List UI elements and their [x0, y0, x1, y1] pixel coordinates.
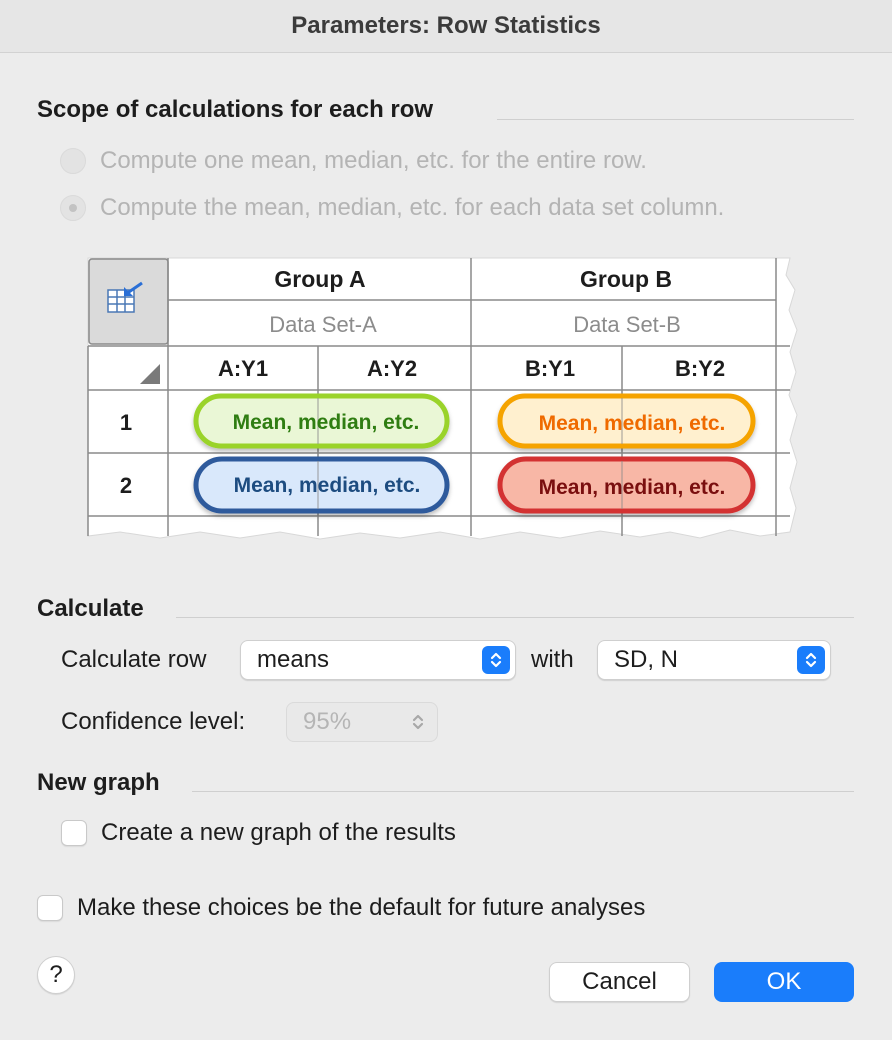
confidence-value: 95% [303, 708, 352, 735]
column-header: A:Y2 [367, 356, 417, 381]
new-graph-checkbox-label: Create a new graph of the results [101, 819, 456, 846]
pill-orange-text: Mean, median, etc. [539, 412, 726, 435]
updown-chevron-icon [482, 646, 510, 674]
new-graph-divider [192, 791, 854, 792]
calculate-heading: Calculate [37, 595, 144, 622]
default-checkbox[interactable] [37, 895, 63, 921]
row-number: 2 [120, 473, 132, 498]
column-header: A:Y1 [218, 356, 268, 381]
new-graph-checkbox-row[interactable]: Create a new graph of the results [61, 819, 456, 847]
new-graph-heading: New graph [37, 769, 160, 796]
updown-chevron-icon [404, 708, 432, 736]
row-number: 1 [120, 410, 132, 435]
calculate-divider [176, 617, 854, 618]
pill-blue-text: Mean, median, etc. [234, 474, 421, 497]
column-header: B:Y2 [675, 356, 725, 381]
new-graph-checkbox[interactable] [61, 820, 87, 846]
pill-green-text: Mean, median, etc. [233, 411, 420, 434]
calculate-row-select[interactable]: means [240, 640, 516, 680]
cancel-button[interactable]: Cancel [549, 962, 690, 1002]
calculate-row-label: Calculate row [61, 646, 207, 673]
group-b-label: Group B [580, 266, 672, 292]
default-checkbox-label: Make these choices be the default for fu… [77, 894, 646, 921]
help-icon: ? [49, 961, 63, 988]
with-select[interactable]: SD, N [597, 640, 831, 680]
with-value: SD, N [614, 646, 679, 673]
confidence-select[interactable]: 95% [286, 702, 438, 742]
confidence-label: Confidence level: [61, 708, 246, 735]
dataset-b-label: Data Set-B [573, 312, 681, 337]
dataset-a-label: Data Set-A [269, 312, 377, 337]
column-header: B:Y1 [525, 356, 575, 381]
calculate-row-value: means [257, 646, 330, 673]
data-table-diagram: Group A Group B Data Set-A Data Set-B A:… [87, 257, 798, 540]
group-a-label: Group A [274, 266, 365, 292]
ok-button[interactable]: OK [714, 962, 854, 1002]
updown-chevron-icon [797, 646, 825, 674]
help-button[interactable]: ? [37, 956, 75, 994]
with-label: with [531, 646, 574, 673]
pill-red-text: Mean, median, etc. [539, 476, 726, 499]
default-checkbox-row[interactable]: Make these choices be the default for fu… [37, 894, 645, 922]
